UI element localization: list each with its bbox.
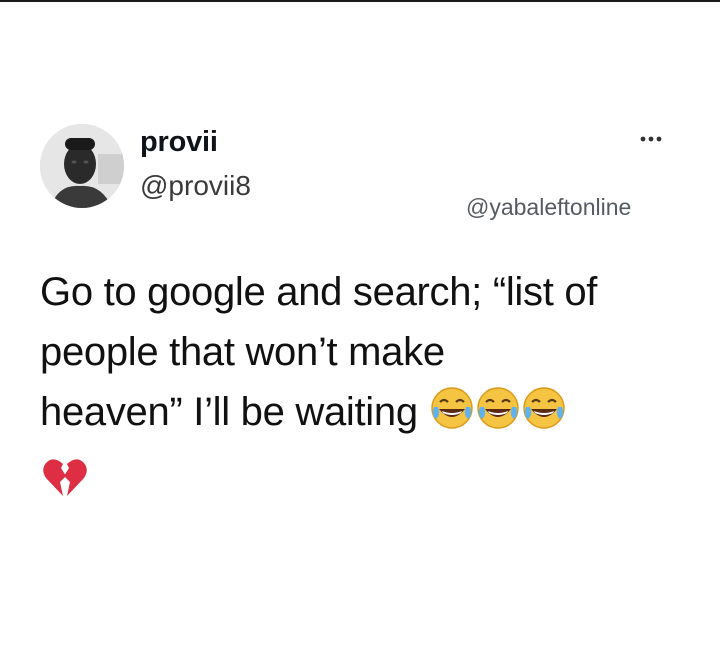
author-handle[interactable]: @provii8	[140, 170, 251, 202]
tweet-text-line-3: heaven” I’ll be waiting	[40, 382, 690, 442]
tweet-text-line-3-text: heaven” I’ll be waiting	[40, 390, 418, 434]
face-with-tears-of-joy-icon	[429, 385, 475, 431]
tweet-text: Go to google and search; “list of people…	[40, 262, 690, 442]
tweet-text-line: Go to google and search; “list of	[40, 270, 598, 314]
avatar-photo	[40, 124, 124, 208]
face-with-tears-of-joy-icon	[475, 385, 521, 431]
tweet-text-line: people that won’t make	[40, 330, 445, 374]
broken-heart-icon	[42, 456, 88, 505]
avatar[interactable]	[40, 124, 124, 208]
more-options-icon[interactable]	[636, 134, 666, 144]
face-with-tears-of-joy-icon	[521, 385, 567, 431]
tweet-card: provii @provii8 @yabaleftonline Go to go…	[0, 0, 720, 647]
author-display-name[interactable]: provii	[140, 126, 218, 159]
watermark: @yabaleftonline	[466, 194, 632, 220]
